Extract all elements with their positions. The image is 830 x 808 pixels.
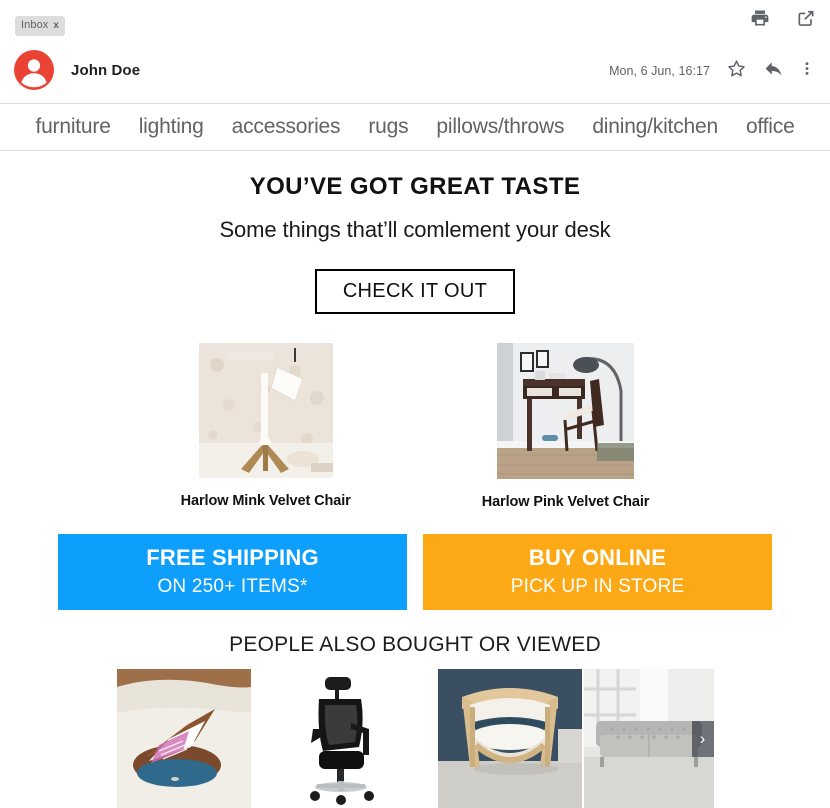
remove-label-icon[interactable]: x [53, 20, 59, 31]
mesh-office-chair-photo[interactable] [284, 669, 404, 808]
mail-header: Inbox x John Doe Mon, 6 Jun, 16:17 [0, 0, 830, 103]
check-it-out-button[interactable]: CHECK IT OUT [314, 269, 516, 314]
hero-subtitle: Some things that’ll comlement your desk [219, 217, 611, 242]
wood-barrel-chair-photo[interactable] [437, 669, 582, 808]
sender-name: John Doe [71, 61, 141, 79]
corner-desk-chair-photo[interactable] [497, 343, 635, 479]
featured-products: Harlow Mink Velvet Chair Harlow Pink Vel… [0, 343, 830, 510]
featured-product-label: Harlow Pink Velvet Chair [481, 494, 650, 510]
grey-tufted-sofa-photo[interactable]: › [583, 669, 714, 808]
open-in-new-icon[interactable] [796, 8, 816, 33]
inbox-label-chip[interactable]: Inbox x [15, 16, 66, 36]
print-icon[interactable] [750, 8, 770, 33]
header-action-icons [750, 8, 816, 33]
featured-product-card[interactable]: Harlow Pink Velvet Chair [481, 343, 650, 510]
lap-desk-photo[interactable] [116, 669, 251, 808]
buy-online-banner[interactable]: BUY ONLINE PICK UP IN STORE [423, 534, 772, 610]
featured-product-card[interactable]: Harlow Mink Velvet Chair [181, 343, 351, 510]
more-options-icon[interactable] [798, 58, 816, 84]
promo-title: BUY ONLINE [528, 545, 667, 571]
free-shipping-banner[interactable]: FREE SHIPPING ON 250+ ITEMS* [58, 534, 407, 610]
hero-section: YOU’VE GOT GREAT TASTE Some things that’… [0, 151, 830, 314]
featured-product-label: Harlow Mink Velvet Chair [180, 493, 351, 509]
star-icon[interactable] [726, 58, 747, 84]
nav-item-pillows-throws[interactable]: pillows/throws [422, 115, 578, 139]
nav-item-furniture[interactable]: furniture [21, 115, 124, 139]
store-navbar: furniture lighting accessories rugs pill… [0, 103, 830, 151]
inbox-label-text: Inbox [21, 19, 49, 31]
nav-item-accessories[interactable]: accessories [218, 115, 355, 139]
promo-title: FREE SHIPPING [146, 545, 319, 571]
message-meta: Mon, 6 Jun, 16:17 [609, 58, 818, 84]
nav-item-rugs[interactable]: rugs [354, 115, 422, 139]
message-date: Mon, 6 Jun, 16:17 [609, 64, 710, 78]
nav-item-office[interactable]: office [732, 115, 809, 139]
email-content: furniture lighting accessories rugs pill… [0, 103, 830, 808]
carousel-next-button[interactable]: › [691, 720, 714, 757]
hero-title: YOU’VE GOT GREAT TASTE [249, 173, 581, 200]
cta-container: CHECK IT OUT [0, 269, 830, 314]
sender-row: John Doe [14, 50, 140, 90]
promo-banners: FREE SHIPPING ON 250+ ITEMS* BUY ONLINE … [0, 534, 830, 610]
promo-subtitle: ON 250+ ITEMS* [157, 575, 308, 597]
nav-item-dining-kitchen[interactable]: dining/kitchen [578, 115, 732, 139]
promo-subtitle: PICK UP IN STORE [510, 575, 685, 597]
avatar[interactable] [14, 50, 54, 90]
nav-item-lighting[interactable]: lighting [125, 115, 218, 139]
also-bought-title: PEOPLE ALSO BOUGHT OR VIEWED [229, 633, 601, 656]
desk-lamp-photo[interactable] [198, 343, 333, 478]
reply-icon[interactable] [763, 58, 784, 84]
also-bought-carousel: › [0, 669, 830, 808]
